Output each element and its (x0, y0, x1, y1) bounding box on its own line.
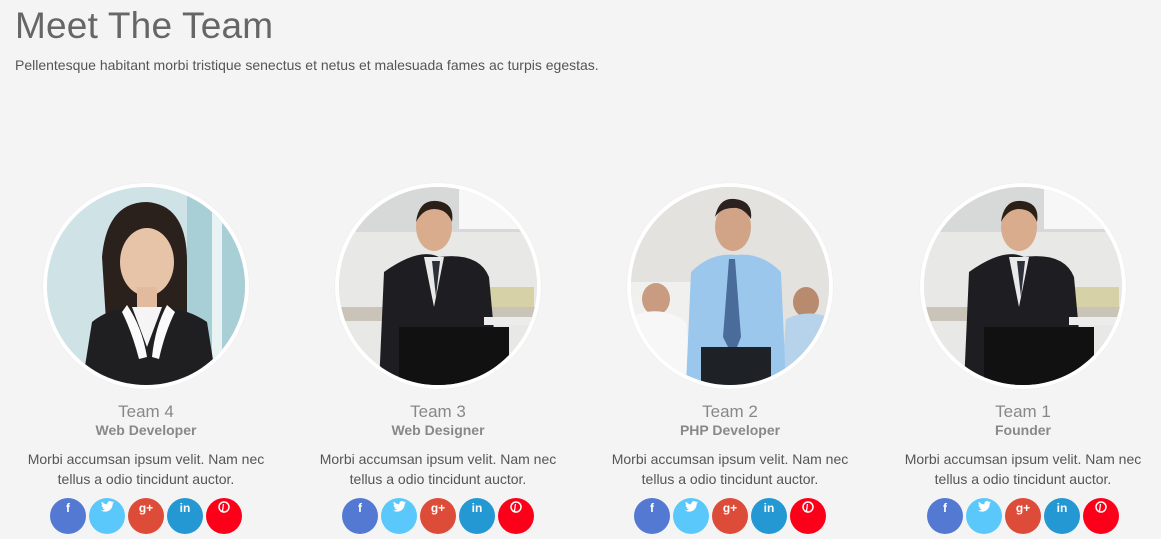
twitter-icon[interactable] (673, 498, 709, 534)
pinterest-logo-icon (510, 501, 522, 513)
team-member-description: Morbi accumsan ipsum velit. Nam nec tell… (611, 451, 849, 487)
team-member-name: Team 2 (702, 402, 758, 421)
team-member-description: Morbi accumsan ipsum velit. Nam nec tell… (319, 451, 557, 487)
page-subtitle: Pellentesque habitant morbi tristique se… (15, 57, 599, 73)
pinterest-logo-icon (1095, 501, 1107, 513)
social-links: f g+ in (292, 498, 584, 534)
team-member-role: Founder (995, 422, 1051, 438)
facebook-icon[interactable]: f (634, 498, 670, 534)
team-member-photo (335, 183, 541, 389)
team-member-card: Team 3 Web Designer Morbi accumsan ipsum… (292, 183, 584, 534)
team-member-name: Team 4 (118, 402, 174, 421)
team-member-role: Web Designer (391, 422, 485, 438)
page-title: Meet The Team (15, 5, 274, 46)
twitter-bird-icon (100, 501, 114, 512)
standing-man-portrait-icon (631, 187, 829, 385)
twitter-bird-icon (684, 501, 698, 512)
twitter-bird-icon (977, 501, 991, 512)
social-links: f g+ in (877, 498, 1161, 534)
team-member-card: Team 2 PHP Developer Morbi accumsan ipsu… (584, 183, 876, 534)
pinterest-icon[interactable] (206, 498, 242, 534)
linkedin-icon[interactable]: in (751, 498, 787, 534)
team-member-role: PHP Developer (679, 422, 781, 438)
team-member-description: Morbi accumsan ipsum velit. Nam nec tell… (27, 451, 265, 487)
team-member-photo (43, 183, 249, 389)
pinterest-logo-icon (802, 501, 814, 513)
pinterest-logo-icon (218, 501, 230, 513)
facebook-icon[interactable]: f (50, 498, 86, 534)
team-grid: Team 4 Web Developer Morbi accumsan ipsu… (0, 183, 1161, 539)
section-header: Meet The Team Pellentesque habitant morb… (15, 5, 599, 74)
google-plus-icon[interactable]: g+ (712, 498, 748, 534)
team-member-photo (920, 183, 1126, 389)
linkedin-icon[interactable]: in (459, 498, 495, 534)
pinterest-icon[interactable] (498, 498, 534, 534)
team-member-photo (627, 183, 833, 389)
team-member-role: Web Developer (95, 422, 197, 438)
twitter-icon[interactable] (381, 498, 417, 534)
twitter-bird-icon (392, 501, 406, 512)
woman-portrait-icon (47, 187, 245, 385)
social-links: f g+ in (0, 498, 292, 534)
team-member-card: Team 1 Founder Morbi accumsan ipsum veli… (877, 183, 1161, 534)
facebook-icon[interactable]: f (927, 498, 963, 534)
twitter-icon[interactable] (966, 498, 1002, 534)
google-plus-icon[interactable]: g+ (1005, 498, 1041, 534)
facebook-icon[interactable]: f (342, 498, 378, 534)
pinterest-icon[interactable] (1083, 498, 1119, 534)
social-links: f g+ in (584, 498, 876, 534)
team-member-name: Team 3 (410, 402, 466, 421)
team-member-name: Team 1 (995, 402, 1051, 421)
seated-man-portrait-icon (339, 187, 537, 385)
team-member-card: Team 4 Web Developer Morbi accumsan ipsu… (0, 183, 292, 534)
pinterest-icon[interactable] (790, 498, 826, 534)
google-plus-icon[interactable]: g+ (420, 498, 456, 534)
twitter-icon[interactable] (89, 498, 125, 534)
seated-man-portrait-icon (924, 187, 1122, 385)
linkedin-icon[interactable]: in (167, 498, 203, 534)
linkedin-icon[interactable]: in (1044, 498, 1080, 534)
team-member-description: Morbi accumsan ipsum velit. Nam nec tell… (904, 451, 1142, 487)
google-plus-icon[interactable]: g+ (128, 498, 164, 534)
